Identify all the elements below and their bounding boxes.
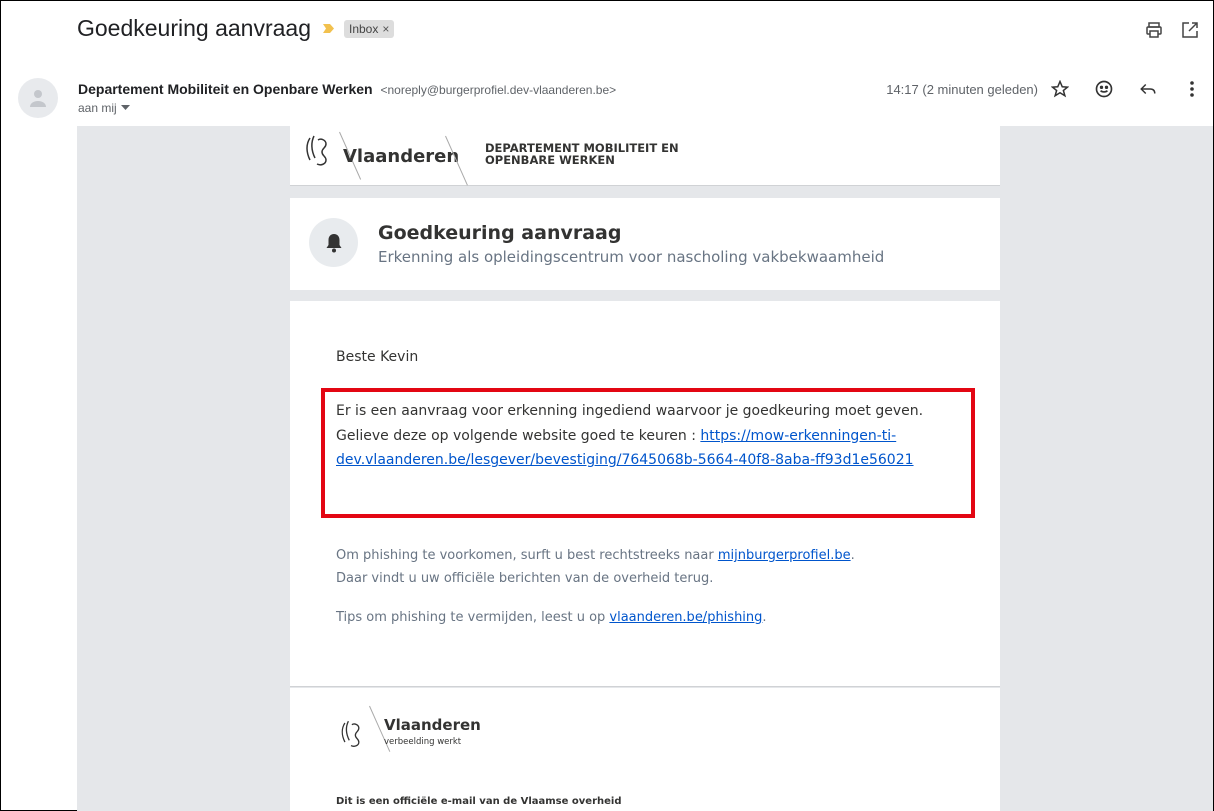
phishing-text-1b: . xyxy=(850,548,855,563)
subject-row: Goedkeuring aanvraag Inbox × xyxy=(77,15,395,42)
emoji-icon[interactable] xyxy=(1093,78,1115,100)
phishing-tips: Tips om phishing te vermijden, leest u o… xyxy=(336,610,767,625)
print-icon[interactable] xyxy=(1145,21,1163,39)
notice-subtitle: Erkenning als opleidingscentrum voor nas… xyxy=(378,248,885,266)
phishing-notice: Om phishing te voorkomen, surft u best r… xyxy=(336,545,956,590)
top-icons xyxy=(1145,21,1199,39)
main-message: Er is een aanvraag voor erkenning ingedi… xyxy=(336,399,946,473)
phishing-tips-link[interactable]: vlaanderen.be/phishing xyxy=(609,610,762,625)
sender-name[interactable]: Departement Mobiliteit en Openbare Werke… xyxy=(78,81,373,97)
chevron-down-icon xyxy=(120,105,130,110)
open-new-window-icon[interactable] xyxy=(1181,21,1199,39)
phishing-text-1: Om phishing te voorkomen, surft u best r… xyxy=(336,548,718,563)
department-name: DEPARTEMENT MOBILITEIT EN OPENBARE WERKE… xyxy=(485,142,679,166)
message-actions xyxy=(1049,78,1203,100)
footer-logo-text: Vlaanderen xyxy=(384,716,481,734)
phishing-text-1c: Daar vindt u uw officiële berichten van … xyxy=(336,570,714,586)
footer-official-notice: Dit is een officiële e-mail van de Vlaam… xyxy=(336,796,622,807)
star-icon[interactable] xyxy=(1049,78,1071,100)
inbox-label: Inbox xyxy=(349,21,379,36)
inbox-label-chip: Inbox × xyxy=(344,19,395,38)
importance-marker-icon[interactable] xyxy=(323,23,334,34)
bell-icon xyxy=(326,233,341,252)
person-icon xyxy=(30,90,46,107)
remove-label-icon[interactable]: × xyxy=(382,22,389,36)
email-footer: Vlaanderen verbeelding werkt Dit is een … xyxy=(290,688,1000,811)
notice-title: Goedkeuring aanvraag xyxy=(378,222,622,244)
notice-box: Goedkeuring aanvraag Erkenning als oplei… xyxy=(290,198,1000,290)
department-line-2: OPENBARE WERKEN xyxy=(485,153,615,167)
email-subject: Goedkeuring aanvraag xyxy=(77,15,311,41)
recipients-label: aan mij xyxy=(78,101,117,115)
message-time: 14:17 (2 minuten geleden) xyxy=(886,82,1038,97)
sender-avatar[interactable] xyxy=(18,78,58,118)
footer-lion-logo-icon xyxy=(341,720,360,747)
sender-line: Departement Mobiliteit en Openbare Werke… xyxy=(78,81,616,97)
logo-vlaanderen-text: Vlaanderen xyxy=(343,146,460,167)
footer-motto: verbeelding werkt xyxy=(384,737,462,747)
more-icon[interactable] xyxy=(1181,78,1203,100)
email-content: Beste Kevin Er is een aanvraag voor erke… xyxy=(290,301,1000,687)
recipients-toggle[interactable]: aan mij xyxy=(78,101,130,115)
phishing-text-2: Tips om phishing te vermijden, leest u o… xyxy=(336,610,610,625)
phishing-text-2b: . xyxy=(762,610,767,625)
vlaanderen-lion-logo-icon xyxy=(306,135,327,166)
bell-badge xyxy=(309,218,358,267)
email-logo-header: Vlaanderen DEPARTEMENT MOBILITEIT EN OPE… xyxy=(290,126,1000,186)
greeting: Beste Kevin xyxy=(336,349,419,365)
mijnburgerprofiel-link[interactable]: mijnburgerprofiel.be xyxy=(718,548,851,563)
reply-icon[interactable] xyxy=(1137,78,1159,100)
sender-email: <noreply@burgerprofiel.dev-vlaanderen.be… xyxy=(380,83,617,97)
